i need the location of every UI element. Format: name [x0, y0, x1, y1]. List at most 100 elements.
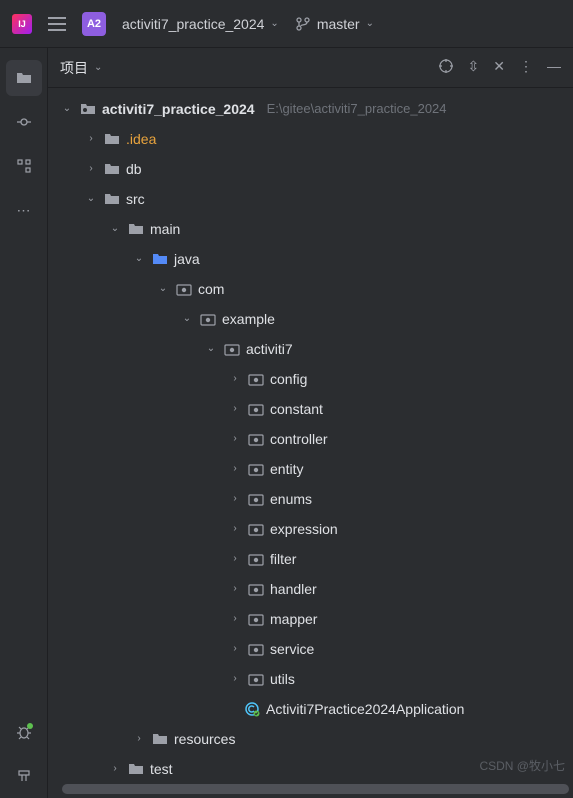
chevron-right-icon[interactable]: › [228, 574, 242, 604]
folder-icon [152, 251, 168, 267]
package-icon [200, 311, 216, 327]
folder-icon [104, 161, 120, 177]
tree-label: Activiti7Practice2024Application [266, 694, 464, 724]
tree-label: enums [270, 484, 312, 514]
package-icon [248, 551, 264, 567]
tree-item-example[interactable]: ⌄ example [48, 304, 573, 334]
chevron-down-icon[interactable]: ⌄ [204, 334, 218, 364]
tree-item-activiti7[interactable]: ⌄ activiti7 [48, 334, 573, 364]
project-selector[interactable]: activiti7_practice_2024 ⌄ [122, 16, 279, 32]
tree-item-pkg[interactable]: ›filter [48, 544, 573, 574]
chevron-right-icon[interactable]: › [228, 664, 242, 694]
chevron-right-icon[interactable]: › [132, 724, 146, 754]
tree-item-src[interactable]: ⌄ src [48, 184, 573, 214]
tree-item-pkg[interactable]: › enums [48, 484, 573, 514]
package-icon [248, 611, 264, 627]
expand-all-button[interactable]: ⇳ [468, 58, 480, 77]
tree-item-pkg[interactable]: ›constant [48, 394, 573, 424]
tree-item-java[interactable]: ⌄ java [48, 244, 573, 274]
package-icon [248, 521, 264, 537]
chevron-right-icon[interactable]: › [228, 394, 242, 424]
tree-label: activiti7_practice_2024 [102, 94, 255, 124]
panel-options-button[interactable]: ⋮ [519, 58, 533, 77]
chevron-down-icon[interactable]: ⌄ [156, 274, 170, 304]
panel-title-button[interactable]: 项目 ⌄ [60, 58, 102, 78]
watermark: CSDN @牧小七 [479, 757, 565, 774]
tree-item-app-class[interactable]: Activiti7Practice2024Application [48, 694, 573, 724]
main-menu-button[interactable] [48, 17, 66, 31]
chevron-right-icon[interactable]: › [228, 634, 242, 664]
panel-title-label: 项目 [60, 58, 88, 78]
package-icon [248, 461, 264, 477]
chevron-right-icon[interactable]: › [228, 364, 242, 394]
tree-item-pkg[interactable]: ›mapper [48, 604, 573, 634]
chevron-down-icon[interactable]: ⌄ [84, 184, 98, 214]
chevron-right-icon[interactable]: › [228, 424, 242, 454]
chevron-right-icon[interactable]: › [84, 154, 98, 184]
tree-root[interactable]: ⌄ activiti7_practice_2024 E:\gitee\activ… [48, 94, 573, 124]
tree-label: expression [270, 514, 338, 544]
chevron-down-icon[interactable]: ⌄ [60, 94, 74, 124]
tree-label: com [198, 274, 224, 304]
tree-label: java [174, 244, 200, 274]
tree-item-pkg[interactable]: › config [48, 364, 573, 394]
hide-panel-button[interactable]: — [547, 58, 561, 77]
collapse-button[interactable]: ✕ [493, 58, 505, 77]
tree-label: activiti7 [246, 334, 293, 364]
tree-item-db[interactable]: › db [48, 154, 573, 184]
tree-label: db [126, 154, 142, 184]
package-icon [248, 581, 264, 597]
folder-icon [128, 761, 144, 777]
tree-label: handler [270, 574, 317, 604]
build-tool-button[interactable] [6, 758, 42, 794]
chevron-right-icon[interactable]: › [228, 454, 242, 484]
tree-label: service [270, 634, 314, 664]
chevron-right-icon[interactable]: › [228, 604, 242, 634]
package-icon [248, 671, 264, 687]
chevron-down-icon[interactable]: ⌄ [108, 214, 122, 244]
chevron-right-icon[interactable]: › [228, 514, 242, 544]
app-icon [12, 14, 32, 34]
tree-item-pkg[interactable]: › handler [48, 574, 573, 604]
tree-item-com[interactable]: ⌄ com [48, 274, 573, 304]
branch-label: master [317, 16, 360, 32]
tree-item-idea[interactable]: › .idea [48, 124, 573, 154]
tree-label: resources [174, 724, 235, 754]
chevron-down-icon: ⌄ [366, 18, 374, 29]
chevron-right-icon[interactable]: › [84, 124, 98, 154]
structure-tool-button[interactable] [6, 148, 42, 184]
more-tool-button[interactable]: ⋯ [6, 192, 42, 228]
debug-tool-button[interactable] [6, 714, 42, 750]
tree-item-pkg[interactable]: › service [48, 634, 573, 664]
chevron-right-icon[interactable]: › [108, 754, 122, 784]
tree-item-pkg[interactable]: ›entity [48, 454, 573, 484]
chevron-right-icon[interactable]: › [228, 544, 242, 574]
project-tree[interactable]: ⌄ activiti7_practice_2024 E:\gitee\activ… [48, 88, 573, 798]
horizontal-scrollbar[interactable] [62, 784, 569, 794]
git-branch-icon [295, 16, 311, 32]
git-branch-selector[interactable]: master ⌄ [295, 16, 374, 32]
chevron-down-icon: ⌄ [270, 18, 278, 29]
folder-icon [104, 191, 120, 207]
tree-item-resources[interactable]: › resources [48, 724, 573, 754]
tree-item-pkg[interactable]: ›controller [48, 424, 573, 454]
package-icon [248, 401, 264, 417]
project-tool-button[interactable] [6, 60, 42, 96]
folder-icon [152, 731, 168, 747]
tree-item-pkg[interactable]: › expression [48, 514, 573, 544]
chevron-right-icon[interactable]: › [228, 484, 242, 514]
package-icon [224, 341, 240, 357]
commit-tool-button[interactable] [6, 104, 42, 140]
project-name-label: activiti7_practice_2024 [122, 16, 264, 32]
chevron-down-icon: ⌄ [94, 62, 102, 73]
chevron-down-icon[interactable]: ⌄ [132, 244, 146, 274]
class-icon [244, 701, 260, 717]
chevron-down-icon[interactable]: ⌄ [180, 304, 194, 334]
tree-item-main[interactable]: ⌄ main [48, 214, 573, 244]
package-icon [248, 641, 264, 657]
tree-item-pkg[interactable]: ›utils [48, 664, 573, 694]
select-opened-file-button[interactable] [438, 58, 454, 77]
folder-icon [128, 221, 144, 237]
project-badge[interactable]: A2 [82, 12, 106, 36]
tree-label: config [270, 364, 307, 394]
